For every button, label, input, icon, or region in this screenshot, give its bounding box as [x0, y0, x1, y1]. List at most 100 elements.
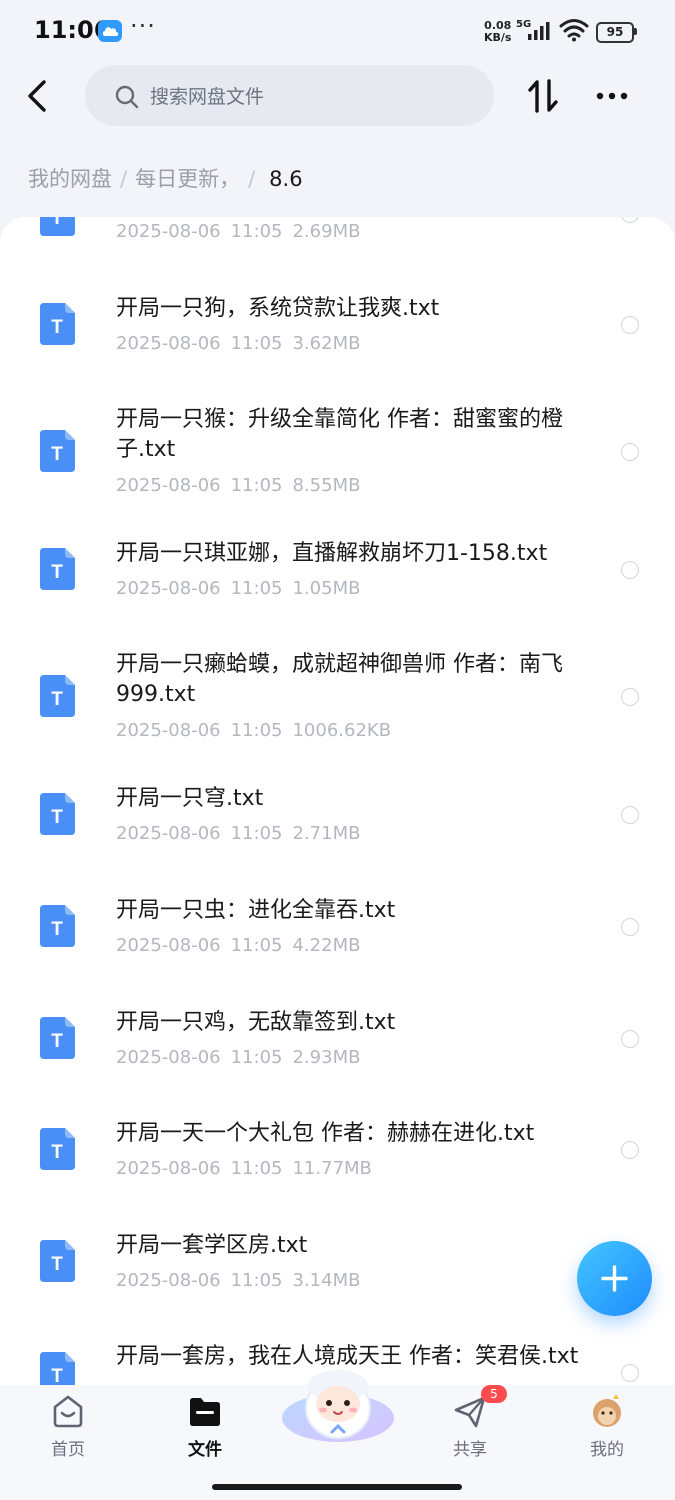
- nav-label: 文件: [188, 1440, 222, 1460]
- text-file-icon: T: [40, 1352, 75, 1385]
- file-date: 2025-08-06: [116, 1270, 221, 1291]
- svg-text:T: T: [51, 1366, 63, 1385]
- plus-icon: [601, 1265, 628, 1292]
- file-name: 开局一天一个大礼包 作者：赫赫在进化.txt: [116, 1121, 535, 1146]
- text-file-icon: T: [40, 430, 75, 472]
- text-file-icon: T: [40, 548, 75, 590]
- svg-text:T: T: [51, 689, 63, 710]
- file-size: 3.62MB: [292, 333, 361, 354]
- file-name: 开局一只琪亚娜，直播解救崩坏刀1-158.txt: [116, 541, 548, 566]
- select-radio[interactable]: [621, 561, 639, 579]
- select-radio[interactable]: [621, 443, 639, 461]
- breadcrumb-current: 8.6: [269, 167, 303, 191]
- breadcrumb-folder[interactable]: 每日更新，: [135, 163, 240, 193]
- file-name-line: 子.txt: [116, 437, 176, 462]
- file-meta: 2025-08-06 11:05 1.05MB: [116, 578, 360, 599]
- nav-label: 首页: [51, 1440, 85, 1460]
- file-date: 2025-08-06: [116, 823, 221, 844]
- file-size: 2.71MB: [292, 823, 361, 844]
- status-bar: 11:06 ··· 0.08 KB/s 5G 95: [0, 0, 675, 62]
- search-input[interactable]: [85, 65, 494, 126]
- file-size: 3.14MB: [292, 1270, 361, 1291]
- file-time: 11:05: [230, 720, 283, 741]
- share-badge: 5: [481, 1385, 507, 1403]
- file-name-line: 999.txt: [116, 682, 196, 707]
- file-meta: 2025-08-06 11:05 3.14MB: [116, 1270, 360, 1291]
- select-radio[interactable]: [621, 1364, 639, 1382]
- file-name: 开局一只猴：升级全靠简化 作者：甜蜜蜜的橙 子.txt: [116, 405, 596, 465]
- text-file-icon: T: [40, 1017, 75, 1059]
- file-size: 8.55MB: [292, 475, 361, 496]
- file-size: 1006.62KB: [292, 720, 392, 741]
- svg-text:T: T: [51, 217, 63, 229]
- search-icon: [115, 85, 139, 109]
- file-size: 11.77MB: [292, 1158, 372, 1179]
- breadcrumb: 我的网盘 / 每日更新， / 8.6: [28, 163, 303, 193]
- file-list[interactable]: T 2025-08-06 11:05 2.69MB T 开局一只狗，系统贷款让我爽.…: [0, 217, 675, 1385]
- file-size: 2.93MB: [292, 1047, 361, 1068]
- wifi-icon: [559, 19, 589, 42]
- sort-button[interactable]: [526, 78, 562, 114]
- file-meta: 2025-08-06 11:05 3.62MB: [116, 333, 360, 354]
- back-button[interactable]: [22, 78, 54, 114]
- file-date: 2025-08-06: [116, 333, 221, 354]
- svg-text:T: T: [51, 1031, 63, 1052]
- file-name: 开局一只鸡，无敌靠签到.txt: [116, 1010, 396, 1035]
- file-time: 11:05: [230, 823, 283, 844]
- battery-indicator: 95: [596, 22, 634, 43]
- select-radio[interactable]: [621, 217, 639, 223]
- mascot-assistant-button[interactable]: [279, 1346, 397, 1446]
- text-file-icon: T: [40, 303, 75, 345]
- select-radio[interactable]: [621, 806, 639, 824]
- svg-text:T: T: [51, 1142, 63, 1163]
- select-radio[interactable]: [621, 1030, 639, 1048]
- signal-icon: [528, 22, 550, 40]
- svg-text:T: T: [51, 562, 63, 583]
- nav-label: 我的: [590, 1440, 624, 1460]
- select-radio[interactable]: [621, 918, 639, 936]
- svg-text:T: T: [51, 807, 63, 828]
- file-date: 2025-08-06: [116, 221, 221, 242]
- cloud-icon: [98, 20, 122, 42]
- file-time: 11:05: [230, 475, 283, 496]
- file-meta: 2025-08-06 11:05 4.22MB: [116, 935, 360, 956]
- file-date: 2025-08-06: [116, 1047, 221, 1068]
- file-date: 2025-08-06: [116, 720, 221, 741]
- file-name: 开局一只穹.txt: [116, 786, 264, 811]
- add-button[interactable]: [577, 1241, 652, 1316]
- file-meta: 2025-08-06 11:05 2.69MB: [116, 221, 360, 242]
- home-indicator[interactable]: [212, 1484, 462, 1490]
- nav-label: 共享: [453, 1440, 487, 1460]
- text-file-icon: T: [40, 905, 75, 947]
- search-placeholder: 搜索网盘文件: [150, 86, 265, 108]
- select-radio[interactable]: [621, 1141, 639, 1159]
- text-file-icon: T: [40, 1240, 75, 1282]
- file-name: 开局一只狗，系统贷款让我爽.txt: [116, 296, 440, 321]
- breadcrumb-separator: /: [120, 167, 128, 191]
- breadcrumb-root[interactable]: 我的网盘: [28, 163, 112, 193]
- file-meta: 2025-08-06 11:05 1006.62KB: [116, 720, 391, 741]
- file-time: 11:05: [230, 578, 283, 599]
- select-radio[interactable]: [621, 316, 639, 334]
- file-meta: 2025-08-06 11:05 2.71MB: [116, 823, 360, 844]
- more-options-button[interactable]: [592, 86, 632, 106]
- select-radio[interactable]: [621, 688, 639, 706]
- file-time: 11:05: [230, 1270, 283, 1291]
- battery-tip: [634, 28, 637, 35]
- file-meta: 2025-08-06 11:05 2.93MB: [116, 1047, 360, 1068]
- text-file-icon: T: [40, 675, 75, 717]
- folder-icon: [190, 1398, 220, 1426]
- svg-text:T: T: [51, 317, 63, 338]
- text-file-icon: T: [40, 217, 75, 236]
- svg-text:T: T: [51, 919, 63, 940]
- file-size: 4.22MB: [292, 935, 361, 956]
- file-date: 2025-08-06: [116, 935, 221, 956]
- text-file-icon: T: [40, 1128, 75, 1170]
- breadcrumb-separator: /: [248, 167, 256, 191]
- file-name: 开局一只癞蛤蟆，成就超神御兽师 作者：南飞 999.txt: [116, 650, 596, 710]
- net-speed-unit: KB/s: [484, 31, 512, 44]
- file-name: 开局一套学区房.txt: [116, 1233, 308, 1258]
- file-name: 开局一只虫：进化全靠吞.txt: [116, 898, 396, 923]
- home-icon: [53, 1395, 83, 1428]
- file-name-line: 开局一只癞蛤蟆，成就超神御兽师 作者：南飞: [116, 652, 563, 677]
